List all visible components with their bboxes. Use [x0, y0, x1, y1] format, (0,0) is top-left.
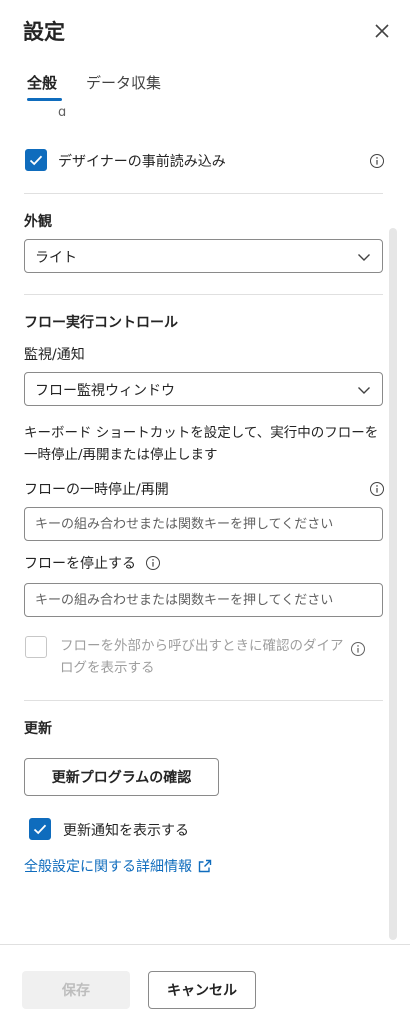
updates-title: 更新 — [24, 721, 52, 737]
divider — [24, 193, 383, 194]
tab-general[interactable]: 全般 — [27, 72, 57, 93]
designer-preload-label: デザイナーの事前読み込み — [58, 154, 226, 170]
external-link-icon — [198, 859, 212, 873]
clipped-text: g — [58, 106, 67, 116]
confirm-external-checkbox[interactable] — [25, 636, 47, 658]
shortcut-description: キーボード ショートカットを設定して、実行中のフローを一時停止/再開または停止し… — [24, 425, 379, 463]
pause-resume-shortcut-input[interactable] — [24, 507, 383, 541]
stop-flow-shortcut-input[interactable] — [24, 583, 383, 617]
appearance-title: 外観 — [24, 214, 52, 230]
tab-data-collection[interactable]: データ収集 — [86, 72, 161, 93]
chevron-down-icon — [358, 387, 370, 394]
show-update-notifications-label: 更新通知を表示する — [63, 823, 189, 839]
cancel-button[interactable]: キャンセル — [148, 971, 256, 1009]
info-icon[interactable] — [369, 481, 385, 497]
info-icon[interactable] — [350, 641, 366, 657]
scrollbar-thumb[interactable] — [389, 228, 397, 940]
flow-run-control-title: フロー実行コントロール — [24, 315, 178, 331]
chevron-down-icon — [358, 254, 370, 261]
dialog-footer: 保存 キャンセル — [0, 944, 410, 1024]
info-icon[interactable] — [369, 153, 385, 169]
dialog-title: 設定 — [23, 20, 65, 44]
info-icon[interactable] — [145, 555, 161, 571]
active-tab-indicator — [27, 98, 62, 101]
general-settings-more-info-link[interactable]: 全般設定に関する詳細情報 — [24, 856, 212, 876]
save-button[interactable]: 保存 — [22, 971, 130, 1009]
more-info-link-text: 全般設定に関する詳細情報 — [24, 859, 192, 875]
designer-preload-checkbox[interactable] — [25, 149, 47, 171]
appearance-value: ライト — [35, 250, 77, 266]
monitor-dropdown[interactable]: フロー監視ウィンドウ — [24, 372, 383, 406]
show-update-notifications-checkbox[interactable] — [29, 818, 51, 840]
check-updates-button[interactable]: 更新プログラムの確認 — [24, 758, 219, 796]
pause-resume-label: フローの一時停止/再開 — [24, 482, 169, 498]
stop-flow-label: フローを停止する — [24, 556, 136, 572]
checkmark-icon — [29, 155, 43, 166]
close-icon[interactable] — [370, 19, 394, 43]
dialog-header: 設定 — [0, 0, 410, 62]
appearance-dropdown[interactable]: ライト — [24, 239, 383, 273]
tab-bar: 全般 データ収集 — [0, 62, 410, 106]
divider — [24, 294, 383, 295]
confirm-external-label: フローを外部から呼び出すときに確認のダイアログを表示する — [60, 638, 344, 676]
divider — [24, 700, 383, 701]
monitor-value: フロー監視ウィンドウ — [35, 383, 175, 399]
monitor-notify-label: 監視/通知 — [24, 347, 85, 363]
checkmark-icon — [33, 824, 47, 835]
settings-scroll-area[interactable]: g デザイナーの事前読み込み 外観 ライト フロー実行コントロール 監視/通知 … — [0, 106, 410, 944]
